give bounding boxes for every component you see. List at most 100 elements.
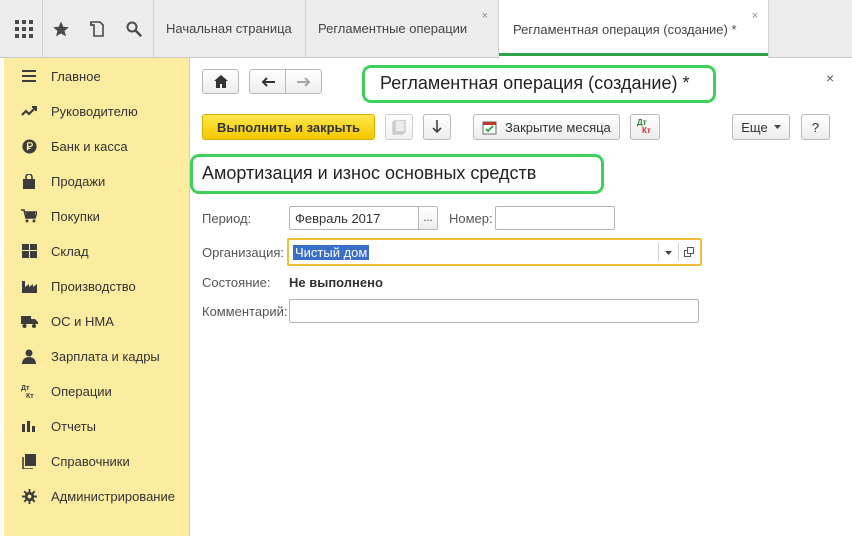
dropdown-separator bbox=[678, 243, 679, 261]
sidebar-item-manager[interactable]: Руководителю bbox=[4, 96, 190, 126]
sidebar-item-label: Главное bbox=[51, 68, 101, 84]
main-panel: Регламентная операция (создание) * × Вып… bbox=[190, 58, 850, 536]
button-label: ? bbox=[811, 119, 820, 135]
month-close-button[interactable]: Закрытие месяца bbox=[473, 114, 620, 140]
number-label: Номер: bbox=[449, 211, 493, 226]
tab-close-icon[interactable]: × bbox=[752, 10, 758, 22]
sidebar-item-label: Зарплата и кадры bbox=[51, 348, 160, 364]
person-icon bbox=[20, 347, 38, 365]
dt-kt-icon: Дт Кт bbox=[20, 382, 38, 400]
sidebar-item-label: Производство bbox=[51, 278, 136, 294]
sidebar-item-payroll[interactable]: Зарплата и кадры bbox=[4, 341, 190, 371]
chevron-down-icon bbox=[773, 125, 781, 129]
sidebar-item-sales[interactable]: Продажи bbox=[4, 166, 190, 196]
organization-value-wrap: Чистый дом bbox=[293, 245, 370, 260]
history-icon[interactable] bbox=[83, 14, 111, 44]
shopping-bag-icon bbox=[20, 172, 38, 190]
sidebar-item-reports[interactable]: Отчеты bbox=[4, 411, 190, 441]
sidebar: Главное Руководителю Банк и касса Продаж… bbox=[4, 58, 190, 536]
sidebar-item-operations[interactable]: Дт Кт Операции bbox=[4, 376, 190, 406]
sidebar-item-label: Склад bbox=[51, 243, 89, 259]
svg-text:Дт: Дт bbox=[21, 385, 30, 392]
comment-label: Комментарий: bbox=[202, 304, 288, 319]
close-icon[interactable]: × bbox=[826, 70, 834, 86]
bar-chart-icon bbox=[20, 417, 38, 435]
sidebar-item-fixed-assets[interactable]: ОС и НМА bbox=[4, 306, 190, 336]
sidebar-item-label: ОС и НМА bbox=[51, 313, 114, 329]
calendar-check-icon bbox=[482, 120, 497, 135]
separator bbox=[42, 0, 43, 57]
period-label: Период: bbox=[202, 211, 252, 226]
sidebar-item-purchases[interactable]: Покупки bbox=[4, 201, 190, 231]
period-value: Февраль 2017 bbox=[295, 211, 381, 226]
organization-label: Организация: bbox=[202, 245, 285, 260]
book-icon bbox=[20, 452, 38, 470]
sidebar-item-warehouse[interactable]: Склад bbox=[4, 236, 190, 266]
tab-routine-operation-create[interactable]: Регламентная операция (создание) * × bbox=[499, 0, 769, 58]
state-label: Состояние: bbox=[202, 275, 271, 290]
star-icon[interactable] bbox=[47, 14, 75, 44]
button-label: Еще bbox=[741, 119, 768, 135]
tab-routine-operations[interactable]: Регламентные операции × bbox=[306, 0, 499, 57]
sidebar-item-production[interactable]: Производство bbox=[4, 271, 190, 301]
sidebar-item-label: Банк и касса bbox=[51, 138, 128, 154]
sidebar-item-main[interactable]: Главное bbox=[4, 61, 190, 91]
organization-field[interactable]: Чистый дом bbox=[287, 238, 702, 266]
forward-button[interactable] bbox=[285, 69, 322, 94]
shopping-cart-icon bbox=[20, 207, 38, 225]
button-label: ... bbox=[423, 212, 433, 224]
more-button[interactable]: Еще bbox=[732, 114, 790, 140]
document-stack-icon bbox=[392, 119, 406, 135]
organization-value: Чистый дом bbox=[293, 245, 370, 260]
dt-kt-button[interactable]: Дт Кт bbox=[630, 114, 660, 140]
button-label: Закрытие месяца bbox=[505, 119, 611, 135]
comment-field[interactable] bbox=[289, 299, 699, 323]
sidebar-item-administration[interactable]: Администрирование bbox=[4, 481, 190, 511]
tab-label: Начальная страница bbox=[166, 21, 292, 36]
arrow-down-icon bbox=[432, 120, 442, 134]
sidebar-item-directories[interactable]: Справочники bbox=[4, 446, 190, 476]
home-icon bbox=[213, 75, 228, 88]
number-field[interactable] bbox=[495, 206, 615, 230]
sidebar-item-label: Операции bbox=[51, 383, 112, 399]
period-select-button[interactable]: ... bbox=[418, 206, 438, 230]
window-title: Регламентная операция (создание) * bbox=[380, 73, 690, 93]
menu-lines-icon bbox=[20, 67, 38, 85]
sidebar-item-label: Продажи bbox=[51, 173, 106, 189]
kt-label: Кт bbox=[642, 126, 651, 135]
top-bar: Начальная страница Регламентные операции… bbox=[0, 0, 852, 58]
operation-heading: Амортизация и износ основных средств bbox=[202, 163, 537, 183]
active-tab-indicator bbox=[499, 53, 768, 56]
arrow-right-icon bbox=[296, 76, 311, 87]
attach-button[interactable] bbox=[385, 114, 413, 140]
period-field[interactable]: Февраль 2017 bbox=[289, 206, 419, 230]
dropdown-separator bbox=[658, 243, 659, 261]
open-form-icon[interactable] bbox=[684, 247, 694, 257]
sidebar-item-label: Администрирование bbox=[51, 488, 175, 504]
tab-home[interactable]: Начальная страница bbox=[154, 0, 306, 57]
svg-text:Кт: Кт bbox=[26, 393, 34, 399]
sidebar-item-label: Покупки bbox=[51, 208, 100, 224]
help-button[interactable]: ? bbox=[801, 114, 830, 140]
apps-grid-icon[interactable] bbox=[10, 14, 38, 44]
ruble-icon bbox=[20, 137, 38, 155]
arrow-left-icon bbox=[261, 76, 275, 87]
chevron-down-icon[interactable] bbox=[665, 251, 672, 255]
sidebar-item-label: Справочники bbox=[51, 453, 130, 469]
state-value: Не выполнено bbox=[289, 275, 383, 290]
tab-close-icon[interactable]: × bbox=[482, 10, 488, 22]
search-icon[interactable] bbox=[120, 14, 148, 44]
dt-kt-icon: Дт Кт bbox=[637, 118, 653, 136]
back-button[interactable] bbox=[249, 69, 286, 94]
execute-and-close-button[interactable]: Выполнить и закрыть bbox=[202, 114, 375, 140]
factory-icon bbox=[20, 277, 38, 295]
truck-icon bbox=[20, 312, 38, 330]
warehouse-icon bbox=[20, 242, 38, 260]
tab-label: Регламентная операция (создание) * bbox=[513, 21, 737, 37]
home-button[interactable] bbox=[202, 69, 239, 94]
sidebar-item-label: Отчеты bbox=[51, 418, 96, 434]
trend-up-icon bbox=[20, 102, 38, 120]
move-down-button[interactable] bbox=[423, 114, 451, 140]
sidebar-item-bank[interactable]: Банк и касса bbox=[4, 131, 190, 161]
tab-label: Регламентные операции bbox=[318, 21, 468, 36]
